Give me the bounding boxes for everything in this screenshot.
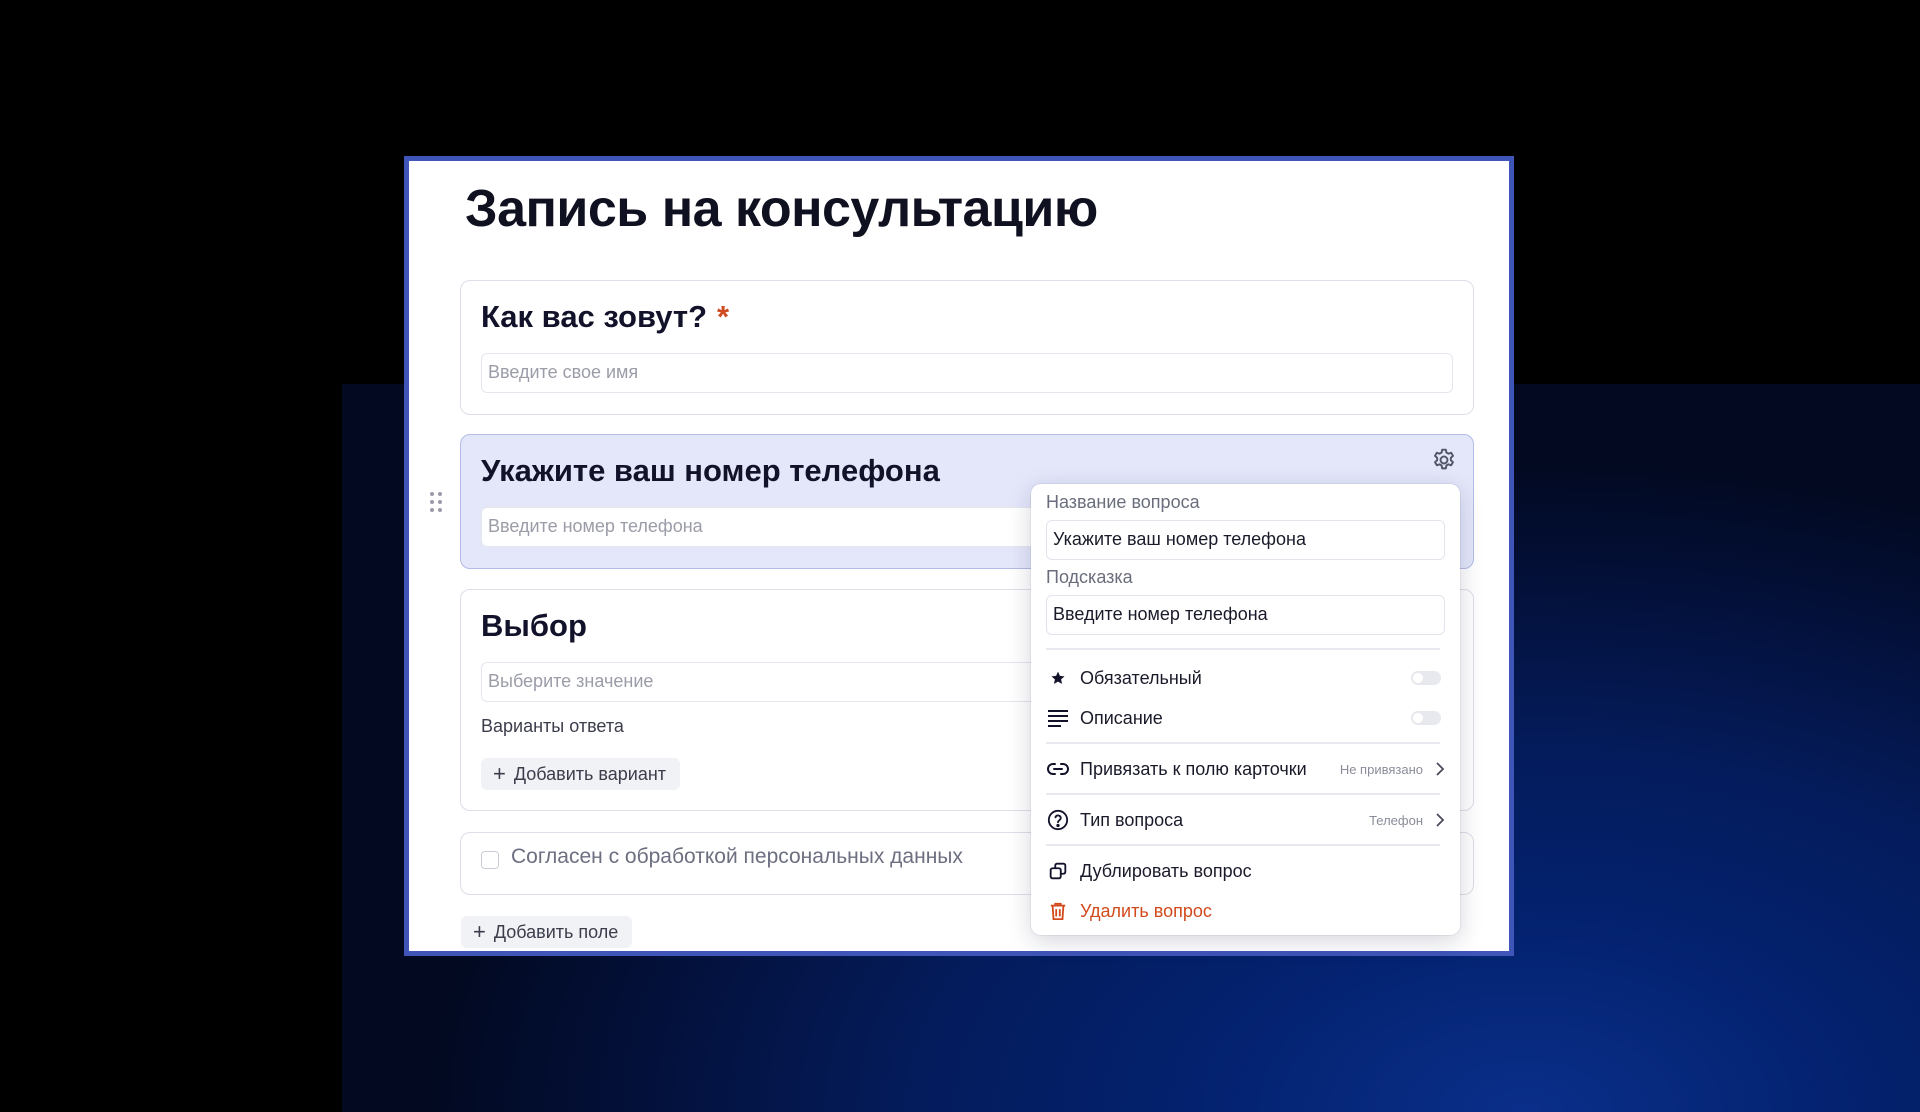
name-input[interactable]: Введите свое имя — [481, 353, 1453, 393]
gear-icon[interactable] — [1431, 447, 1457, 473]
plus-icon: + — [473, 919, 486, 944]
divider — [1046, 844, 1440, 846]
divider — [1046, 742, 1440, 744]
description-toggle[interactable] — [1411, 711, 1441, 725]
options-label: Варианты ответа — [481, 716, 624, 736]
drag-handle-icon[interactable] — [429, 491, 443, 513]
hint-label: Подсказка — [1046, 567, 1133, 587]
question-name-label: Название вопроса — [1046, 492, 1200, 512]
required-toggle[interactable] — [1411, 671, 1441, 685]
description-label: Описание — [1080, 707, 1163, 728]
add-field-button[interactable]: + Добавить поле — [461, 916, 633, 948]
delete-row[interactable]: Удалить вопрос — [1046, 893, 1445, 929]
chevron-right-icon — [1436, 813, 1445, 827]
hint-input[interactable]: Введите номер телефона — [1046, 595, 1445, 635]
required-marker: * — [717, 299, 730, 334]
question-card-name[interactable]: Как вас зовут? * Введите свое имя — [460, 280, 1474, 415]
duplicate-label: Дублировать вопрос — [1080, 860, 1252, 881]
link-status: Не привязано — [1339, 761, 1423, 777]
question-name-input[interactable]: Укажите ваш номер телефона — [1046, 520, 1445, 560]
plus-icon: + — [493, 761, 506, 786]
question-type-label: Тип вопроса — [1080, 809, 1184, 830]
add-field-label: Добавить поле — [493, 922, 619, 942]
question-type-value: Телефон — [1369, 812, 1423, 828]
divider — [1046, 793, 1440, 795]
question-circle-icon — [1046, 808, 1070, 832]
link-field-label: Привязать к полю карточки — [1080, 758, 1307, 779]
divider — [1046, 648, 1440, 650]
form-title[interactable]: Запись на консультацию — [465, 179, 1098, 239]
consent-checkbox[interactable] — [481, 851, 499, 869]
question-title[interactable]: Как вас зовут? * — [481, 299, 729, 335]
question-type-row[interactable]: Тип вопроса Телефон — [1046, 802, 1445, 838]
question-title-text: Как вас зовут? — [481, 299, 708, 334]
question-settings-popover: Название вопроса Укажите ваш номер телеф… — [1031, 484, 1460, 935]
choice-select[interactable]: Выберите значение — [481, 662, 1121, 702]
duplicate-icon — [1046, 859, 1070, 883]
trash-icon — [1046, 899, 1070, 923]
description-toggle-row[interactable]: Описание — [1046, 700, 1445, 736]
delete-label: Удалить вопрос — [1080, 900, 1212, 921]
lines-icon — [1046, 706, 1070, 730]
link-field-row[interactable]: Привязать к полю карточки Не привязано — [1046, 751, 1445, 787]
question-title[interactable]: Выбор — [481, 608, 587, 644]
consent-label[interactable]: Согласен с обработкой персональных данны… — [511, 845, 963, 869]
required-label: Обязательный — [1080, 667, 1202, 688]
chevron-right-icon — [1436, 762, 1445, 776]
link-icon — [1046, 757, 1070, 781]
add-option-button[interactable]: + Добавить вариант — [481, 758, 681, 790]
star-icon — [1046, 666, 1070, 690]
question-title[interactable]: Укажите ваш номер телефона — [481, 453, 940, 489]
required-toggle-row[interactable]: Обязательный — [1046, 660, 1445, 696]
duplicate-row[interactable]: Дублировать вопрос — [1046, 853, 1445, 889]
phone-input[interactable]: Введите номер телефона — [481, 507, 1121, 547]
add-option-label: Добавить вариант — [513, 764, 667, 784]
